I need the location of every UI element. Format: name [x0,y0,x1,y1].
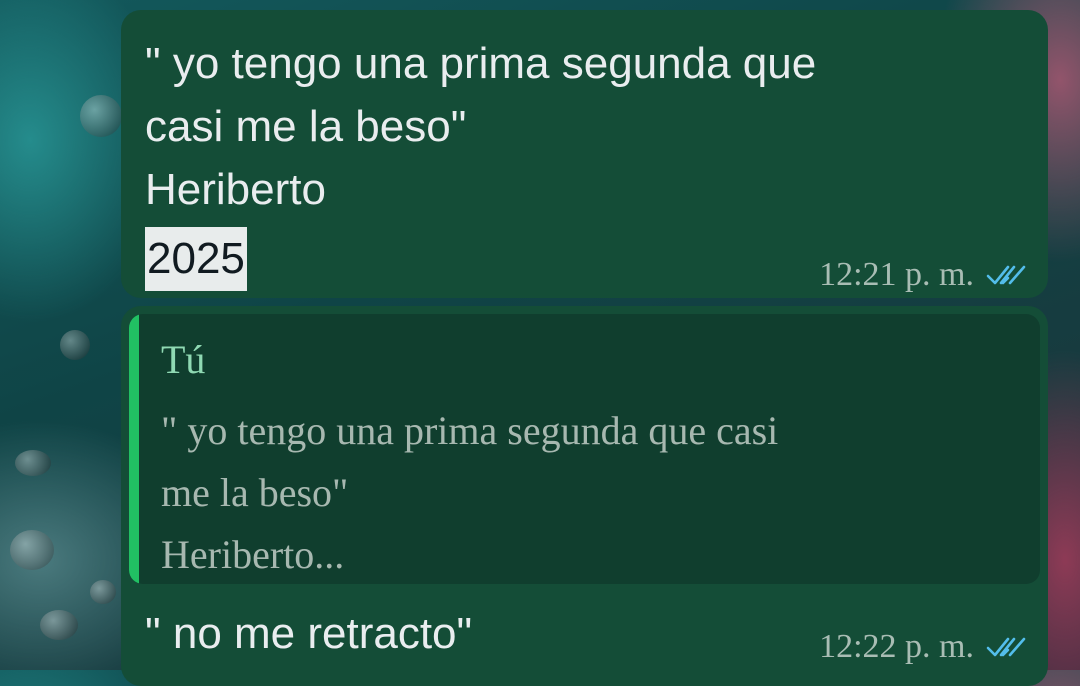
message-text: " no me retracto" [145,609,473,658]
message-bubble-outgoing[interactable]: Tú " yo tengo una prima segunda que casi… [121,306,1048,686]
wallpaper-droplet [15,450,51,476]
wallpaper-droplet [90,580,116,604]
wallpaper-droplet [80,95,122,137]
message-bubble-outgoing[interactable]: " yo tengo una prima segunda que casi me… [121,10,1048,298]
wallpaper-droplet [60,330,90,360]
message-timestamp: 12:21 p. m. [819,256,974,293]
quoted-author: Tú [161,337,206,382]
wallpaper-droplet [40,610,78,640]
quoted-message[interactable]: Tú " yo tengo una prima segunda que casi… [129,314,1040,584]
quote-accent-bar [129,314,139,584]
message-meta: 12:22 p. m. [819,628,1026,666]
double-check-read-icon [986,637,1026,657]
double-check-read-icon [986,265,1026,285]
wallpaper-droplet [10,530,54,570]
highlighted-text[interactable]: 2025 [145,227,247,291]
message-text: " yo tengo una prima segunda que casi me… [145,39,817,214]
message-timestamp: 12:22 p. m. [819,628,974,665]
message-meta: 12:21 p. m. [819,256,1026,294]
quoted-text: " yo tengo una prima segunda que casi me… [161,408,779,577]
